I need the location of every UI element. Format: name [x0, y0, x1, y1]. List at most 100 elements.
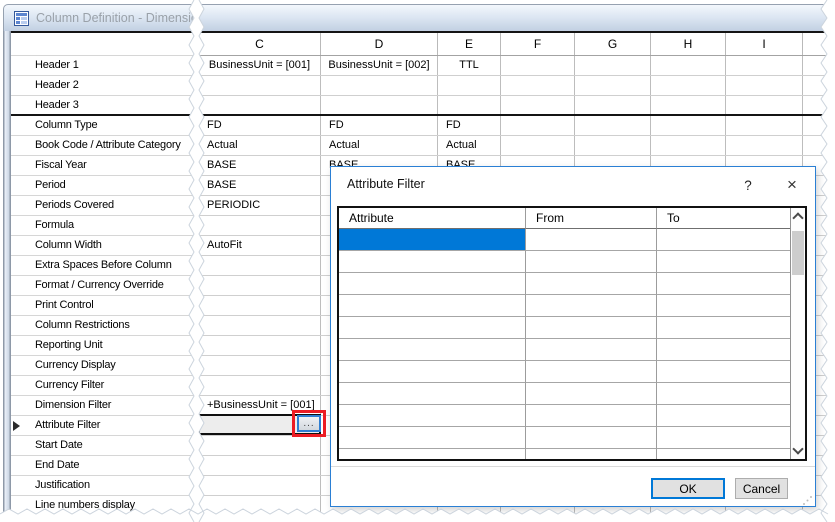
scroll-up-icon[interactable]: [791, 208, 805, 225]
vertical-scrollbar[interactable]: [790, 208, 805, 459]
grid-cell[interactable]: [651, 76, 726, 95]
grid-cell[interactable]: BASE: [199, 156, 321, 175]
filter-cell[interactable]: [657, 229, 790, 251]
filter-cell[interactable]: [657, 361, 790, 383]
row-header-fiscal-year[interactable]: Fiscal Year: [11, 156, 195, 176]
grid-cell[interactable]: [199, 296, 321, 315]
filter-cell[interactable]: [339, 427, 526, 449]
filter-cell[interactable]: [526, 383, 657, 405]
grid-cell[interactable]: [575, 56, 651, 75]
row-header-column-type[interactable]: Column Type: [11, 116, 195, 136]
grid-cell[interactable]: FD: [321, 116, 438, 135]
grid-cell[interactable]: FD: [438, 116, 501, 135]
row-header-book-code-attribute-category[interactable]: Book Code / Attribute Category: [11, 136, 195, 156]
selected-filter-cell[interactable]: [339, 229, 526, 251]
grid-cell[interactable]: [726, 76, 803, 95]
row-header-format-currency-override[interactable]: Format / Currency Override: [11, 276, 195, 296]
filter-cell[interactable]: [657, 405, 790, 427]
grid-cell[interactable]: BusinessUnit = [002]: [321, 56, 438, 75]
ok-button[interactable]: OK: [651, 478, 725, 499]
grid-cell[interactable]: [651, 96, 726, 114]
row-header-start-date[interactable]: Start Date: [11, 436, 195, 456]
row-header-attribute-filter[interactable]: Attribute Filter: [11, 416, 195, 436]
grid-cell[interactable]: [199, 316, 321, 335]
grid-cell[interactable]: Actual: [199, 136, 321, 155]
row-header-dimension-filter[interactable]: Dimension Filter: [11, 396, 195, 416]
row-header-justification[interactable]: Justification: [11, 476, 195, 496]
filter-cell[interactable]: [526, 427, 657, 449]
row-header-periods-covered[interactable]: Periods Covered: [11, 196, 195, 216]
grid-cell[interactable]: [199, 96, 321, 114]
filter-cell[interactable]: [526, 339, 657, 361]
filter-cell[interactable]: [526, 317, 657, 339]
grid-cell[interactable]: [199, 356, 321, 375]
grid-cell[interactable]: Actual: [321, 136, 438, 155]
grid-cell[interactable]: [726, 56, 803, 75]
column-header-F[interactable]: F: [501, 33, 575, 55]
filter-cell[interactable]: [526, 405, 657, 427]
window-titlebar[interactable]: Column Definition - Dimensio: [3, 4, 828, 31]
row-header-period[interactable]: Period: [11, 176, 195, 196]
row-header-reporting-unit[interactable]: Reporting Unit: [11, 336, 195, 356]
grid-cell[interactable]: [199, 216, 321, 235]
filter-cell[interactable]: [657, 317, 790, 339]
grid-cell[interactable]: AutoFit: [199, 236, 321, 255]
grid-cell[interactable]: [575, 116, 651, 135]
filter-cell[interactable]: [339, 405, 526, 427]
row-header-header-2[interactable]: Header 2: [11, 76, 195, 96]
column-header-D[interactable]: D: [321, 33, 438, 55]
grid-cell[interactable]: [199, 476, 321, 495]
grid-cell[interactable]: PERIODIC: [199, 196, 321, 215]
grid-cell[interactable]: [651, 136, 726, 155]
grid-cell[interactable]: [199, 496, 321, 515]
grid-cell[interactable]: [803, 116, 835, 135]
column-header-H[interactable]: H: [651, 33, 726, 55]
grid-cell[interactable]: BusinessUnit = [001]: [199, 56, 321, 75]
grid-cell[interactable]: [501, 116, 575, 135]
grid-cell[interactable]: [726, 96, 803, 114]
filter-cell[interactable]: [339, 317, 526, 339]
filter-cell[interactable]: [526, 251, 657, 273]
filter-cell[interactable]: [526, 273, 657, 295]
row-header-column-restrictions[interactable]: Column Restrictions: [11, 316, 195, 336]
grid-cell[interactable]: [726, 116, 803, 135]
scrollbar-thumb[interactable]: [792, 231, 804, 275]
cancel-button[interactable]: Cancel: [735, 478, 788, 499]
filter-cell[interactable]: [657, 295, 790, 317]
grid-cell[interactable]: [199, 256, 321, 275]
close-icon[interactable]: ×: [777, 172, 807, 198]
grid-cell[interactable]: [501, 96, 575, 114]
filter-cell[interactable]: [339, 251, 526, 273]
grid-cell[interactable]: [199, 336, 321, 355]
filter-cell[interactable]: [339, 273, 526, 295]
row-header-line-numbers-display[interactable]: Line numbers display: [11, 496, 195, 516]
grid-cell[interactable]: [501, 56, 575, 75]
column-header-C[interactable]: C: [199, 33, 321, 55]
grid-cell[interactable]: [726, 136, 803, 155]
grid-cell[interactable]: [803, 136, 835, 155]
row-header-currency-filter[interactable]: Currency Filter: [11, 376, 195, 396]
grid-cell[interactable]: [803, 96, 835, 114]
filter-cell[interactable]: [526, 229, 657, 251]
grid-cell[interactable]: [199, 76, 321, 95]
row-header-header-3[interactable]: Header 3: [11, 96, 195, 116]
grid-cell[interactable]: [575, 96, 651, 114]
column-header-I[interactable]: I: [726, 33, 803, 55]
grid-cell[interactable]: [438, 96, 501, 114]
filter-cell[interactable]: [339, 449, 526, 461]
filter-cell[interactable]: [339, 383, 526, 405]
grid-cell[interactable]: FD: [199, 116, 321, 135]
filter-cell[interactable]: [657, 273, 790, 295]
column-header-E[interactable]: E: [438, 33, 501, 55]
grid-cell[interactable]: [199, 436, 321, 455]
grid-cell[interactable]: [803, 76, 835, 95]
grid-cell[interactable]: [199, 276, 321, 295]
grid-cell[interactable]: Actual: [438, 136, 501, 155]
filter-cell[interactable]: [526, 361, 657, 383]
grid-cell[interactable]: BASE: [199, 176, 321, 195]
filter-cell[interactable]: [526, 449, 657, 461]
grid-cell[interactable]: [321, 96, 438, 114]
filter-cell[interactable]: [526, 295, 657, 317]
filter-cell[interactable]: [657, 449, 790, 461]
filter-cell[interactable]: [657, 383, 790, 405]
